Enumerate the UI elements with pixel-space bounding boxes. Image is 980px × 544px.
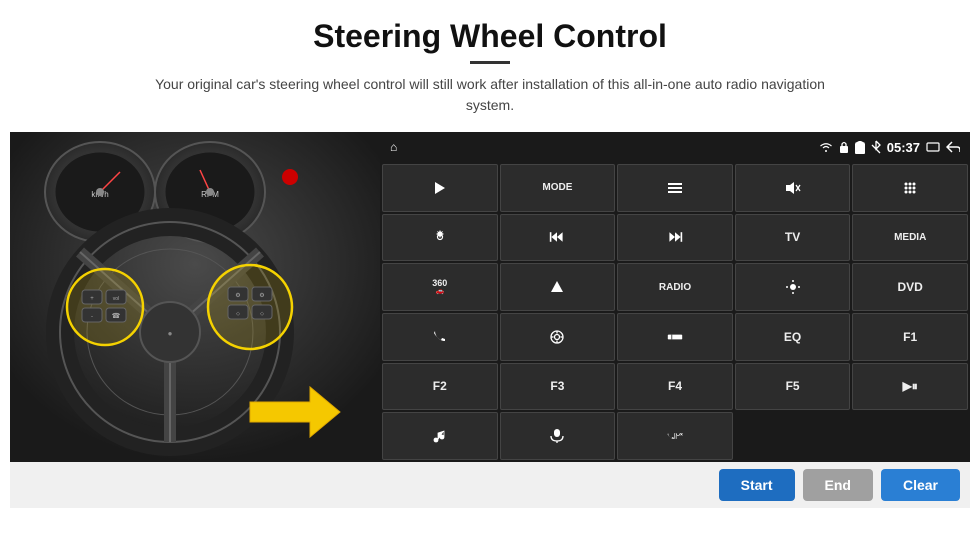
radio-btn-r4c5[interactable]: F1 (852, 313, 968, 361)
window-icon (926, 142, 940, 152)
radio-btn-r2c1[interactable] (382, 214, 498, 262)
svg-text:+: + (90, 296, 94, 302)
radio-btn-r6c1[interactable] (382, 412, 498, 460)
radio-btn-r6c3[interactable] (617, 412, 733, 460)
radio-btn-r3c3[interactable]: RADIO (617, 263, 733, 311)
radio-btn-r4c2[interactable] (500, 313, 616, 361)
radio-btn-r4c4[interactable]: EQ (735, 313, 851, 361)
svg-text:-: - (91, 314, 93, 320)
radio-btn-r3c5[interactable]: DVD (852, 263, 968, 311)
radio-panel: ⌂ (380, 132, 970, 462)
time-display: 05:37 (887, 140, 920, 155)
content-row: km/h RPM (10, 132, 970, 462)
sd-icon (855, 141, 865, 154)
radio-btn-r4c1[interactable] (382, 313, 498, 361)
back-icon (946, 141, 960, 153)
svg-text:●: ● (168, 329, 173, 338)
radio-btn-r4c3[interactable] (617, 313, 733, 361)
radio-btn-r5c5[interactable]: ▶⏸ (852, 363, 968, 411)
bluetooth-icon (871, 140, 881, 154)
radio-btn-r3c1[interactable]: 360🚗 (382, 263, 498, 311)
status-left: ⌂ (390, 140, 397, 154)
radio-btn-r6c4[interactable] (735, 412, 851, 460)
radio-btn-r1c2[interactable]: MODE (500, 164, 616, 212)
svg-text:vol: vol (113, 296, 119, 302)
page-subtitle: Your original car's steering wheel contr… (150, 74, 830, 116)
radio-btn-r2c4[interactable]: TV (735, 214, 851, 262)
radio-btn-r5c1[interactable]: F2 (382, 363, 498, 411)
status-right: 05:37 (819, 140, 960, 155)
steering-wheel-image: km/h RPM (10, 132, 380, 462)
radio-btn-r1c1[interactable] (382, 164, 498, 212)
radio-btn-r1c3[interactable] (617, 164, 733, 212)
svg-text:☎: ☎ (112, 312, 121, 320)
radio-btn-r2c3[interactable] (617, 214, 733, 262)
title-divider (470, 61, 510, 64)
end-button[interactable]: End (803, 469, 873, 501)
svg-text:⚙: ⚙ (235, 292, 240, 299)
svg-text:⚙: ⚙ (259, 292, 264, 299)
radio-btn-r6c2[interactable] (500, 412, 616, 460)
svg-text:◇: ◇ (236, 311, 240, 317)
radio-btn-r5c3[interactable]: F4 (617, 363, 733, 411)
radio-btn-r5c4[interactable]: F5 (735, 363, 851, 411)
svg-text:◇: ◇ (260, 311, 264, 317)
radio-btn-r1c5[interactable] (852, 164, 968, 212)
home-icon[interactable]: ⌂ (390, 140, 397, 154)
button-grid: MODE TVMEDIA 360🚗 RADIO DVDEQF1 F2F3F4F5▶⏸ (380, 162, 970, 462)
lock-icon (839, 141, 849, 153)
wifi-icon (819, 142, 833, 152)
radio-btn-r1c4[interactable] (735, 164, 851, 212)
radio-btn-r3c2[interactable] (500, 263, 616, 311)
start-button[interactable]: Start (719, 469, 795, 501)
radio-btn-r2c2[interactable] (500, 214, 616, 262)
clear-button[interactable]: Clear (881, 469, 960, 501)
bottom-row: Start End Clear (10, 462, 970, 508)
radio-btn-r6c5[interactable] (852, 412, 968, 460)
radio-btn-r3c4[interactable] (735, 263, 851, 311)
radio-btn-r5c2[interactable]: F3 (500, 363, 616, 411)
page-title: Steering Wheel Control (313, 18, 667, 55)
radio-btn-r2c5[interactable]: MEDIA (852, 214, 968, 262)
page-wrapper: Steering Wheel Control Your original car… (0, 0, 980, 544)
status-bar: ⌂ (380, 132, 970, 162)
